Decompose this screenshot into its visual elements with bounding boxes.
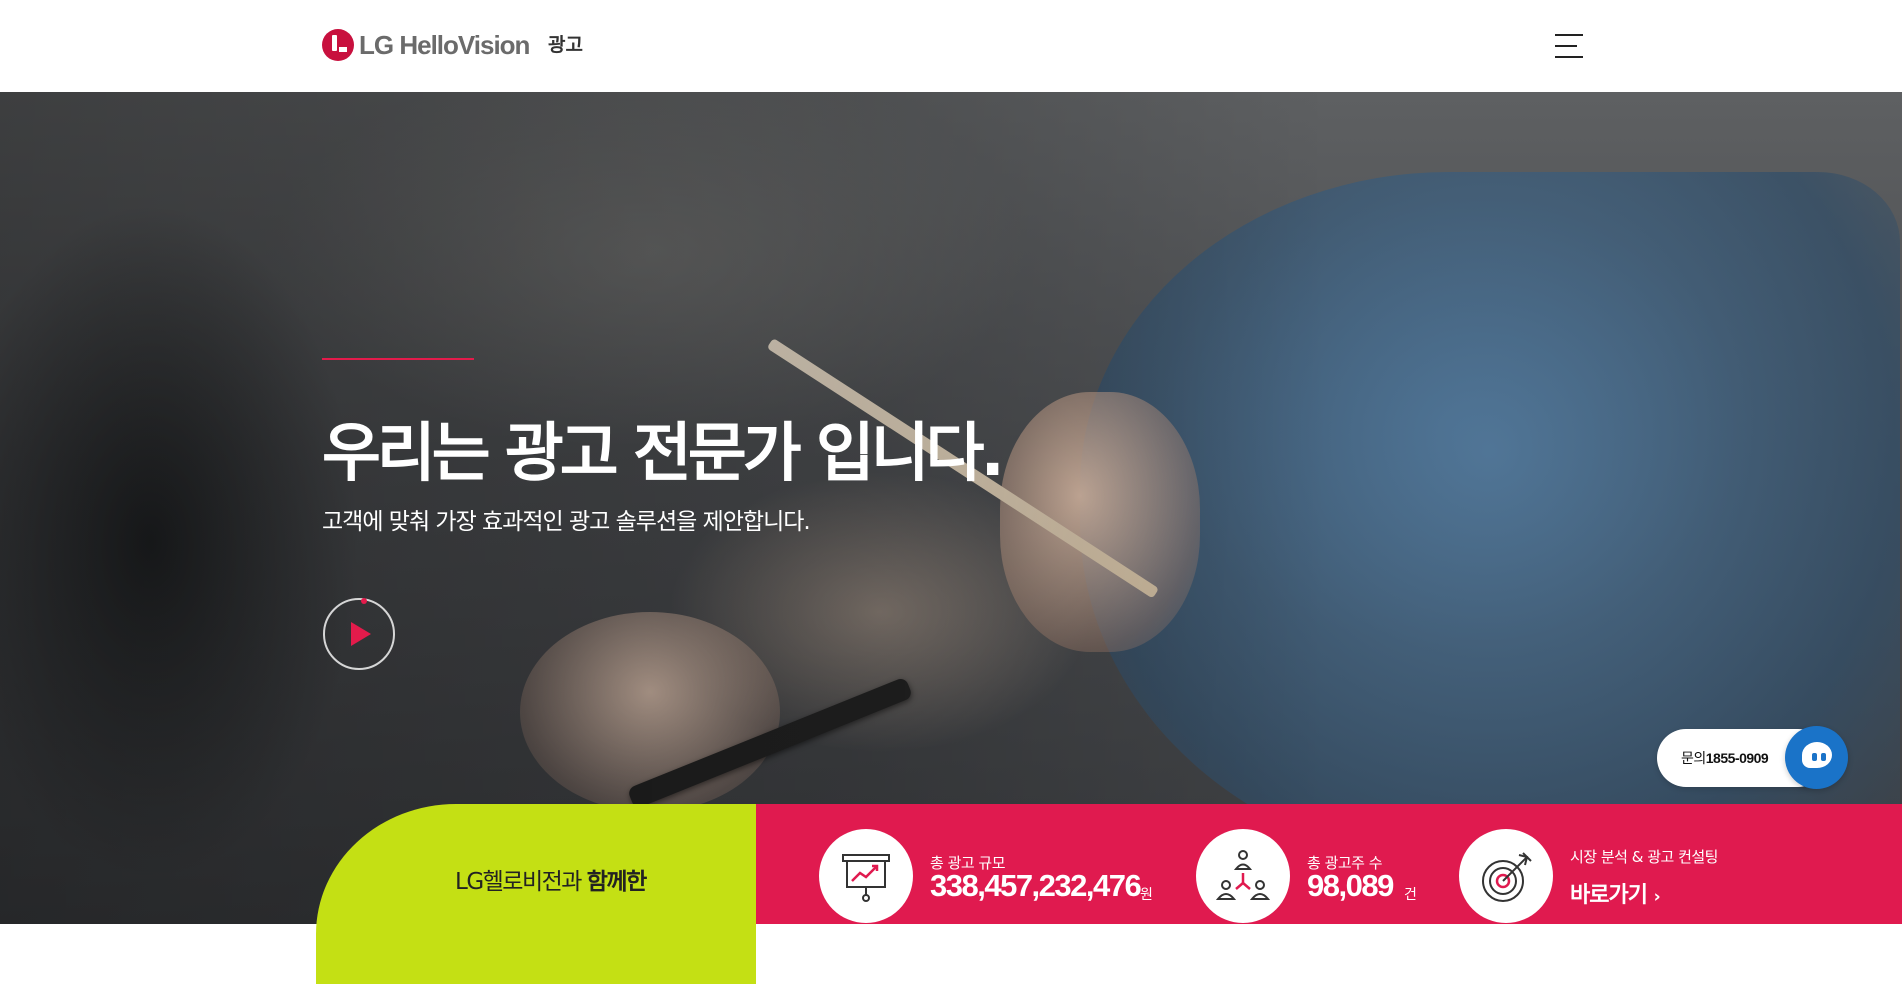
contact-text: 문의1855-0909 [1681,750,1769,767]
progress-dot [361,598,367,604]
play-icon [351,622,371,646]
intro-text: LG헬로비전과 함께한 [455,869,647,895]
chatbot-button[interactable] [1785,726,1848,789]
contact-phone-number: 1855-0909 [1705,750,1769,766]
lg-logo-icon [322,29,354,61]
stat-value-ad-volume: 338,457,232,476 [930,868,1142,903]
network-people-icon [1196,829,1290,923]
video-play-button[interactable] [323,598,395,670]
hero-subtitle: 고객에 맞춰 가장 효과적인 광고 솔루션을 제안합니다. [322,509,811,535]
nav-advertising[interactable]: 광고 [548,30,583,57]
site-header: LG HelloVision 광고 [0,0,1902,92]
target-arrow-icon [1459,829,1553,923]
cta-shortcut-link[interactable]: 바로가기 › [1570,877,1661,909]
hero-banner: 우리는 광고 전문가 입니다. 고객에 맞춰 가장 효과적인 광고 솔루션을 제… [0,92,1902,924]
chevron-right-icon: › [1653,887,1661,907]
stat-unit-count: 건 [1404,887,1417,903]
chat-bubble-icon [1802,742,1832,768]
presentation-chart-icon [819,829,913,923]
lg-hellovision-logo[interactable]: LG HelloVision [322,28,530,62]
hero-accent-line [322,358,474,360]
stat-value-advertisers: 98,089 [1307,868,1394,903]
logo-text: LG HelloVision [359,29,530,60]
hamburger-menu-icon[interactable] [1555,34,1585,60]
hero-title: 우리는 광고 전문가 입니다. [322,417,1005,491]
stat-unit-won: 원 [1140,887,1153,903]
cta-label-consulting: 시장 분석 & 광고 컨설팅 [1570,848,1718,866]
